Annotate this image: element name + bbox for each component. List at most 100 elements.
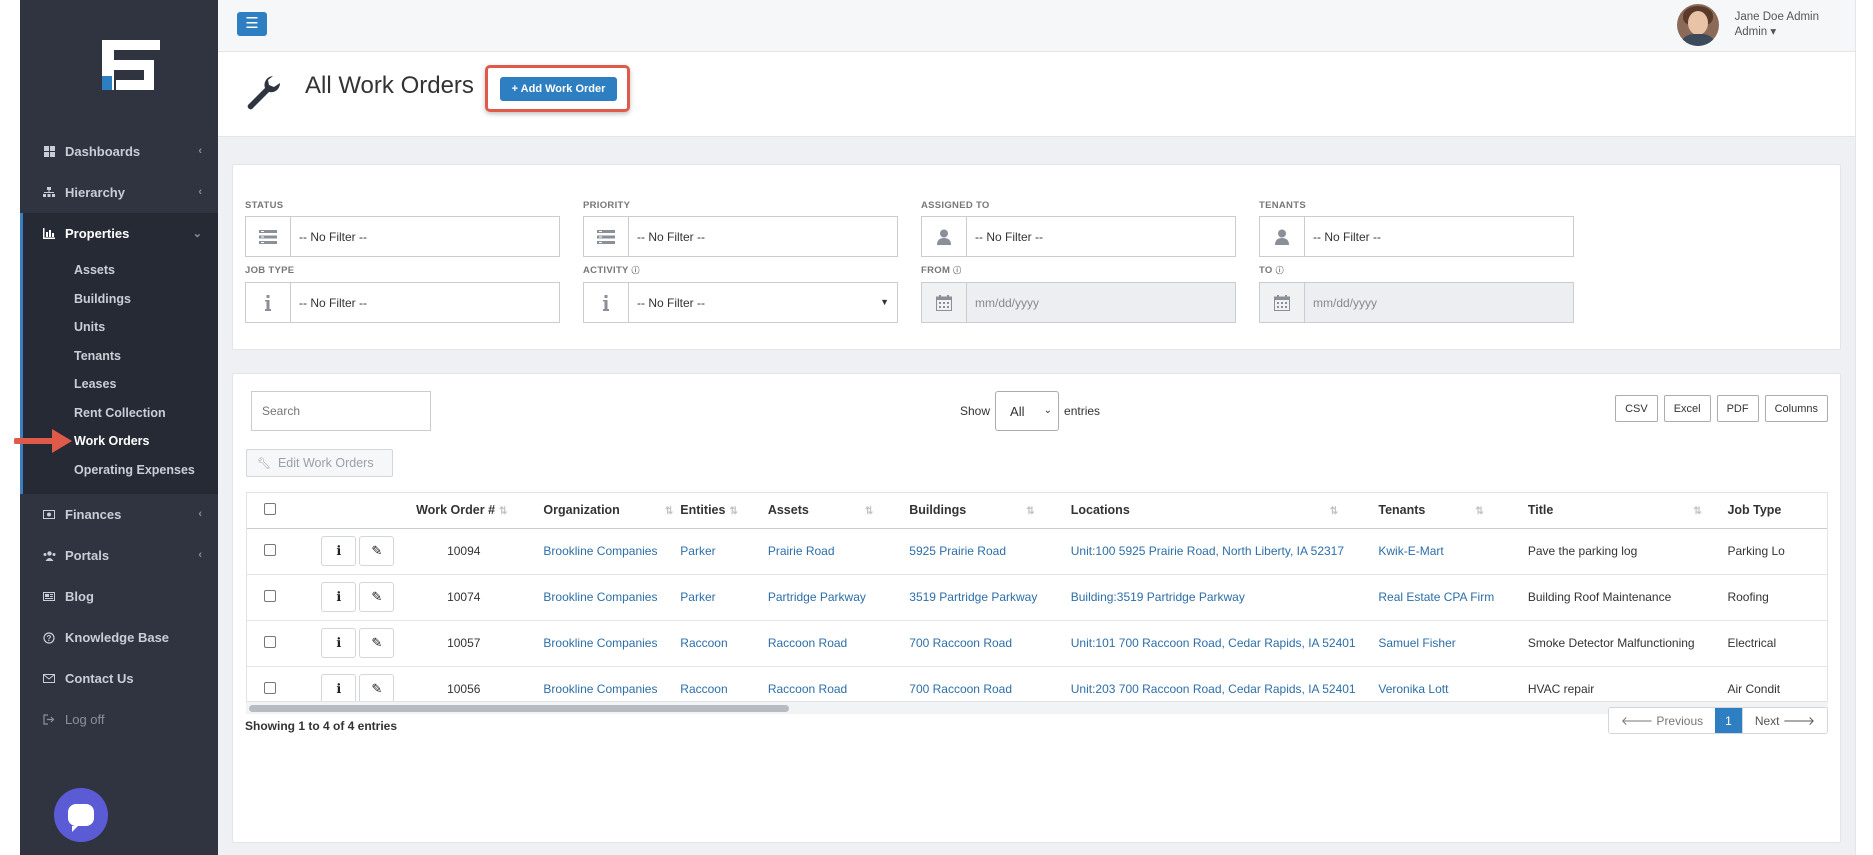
- user-menu[interactable]: Jane Doe Admin Admin ▾: [1676, 4, 1819, 46]
- sidebar-sub-tenants[interactable]: Tenants: [23, 342, 218, 371]
- cell-location-link[interactable]: Unit:101 700 Raccoon Road, Cedar Rapids,…: [1070, 620, 1379, 667]
- status-filter[interactable]: -- No Filter --: [245, 216, 560, 257]
- column-header-title[interactable]: Title ⇅: [1527, 493, 1728, 529]
- sidebar-sub-leases[interactable]: Leases: [23, 370, 218, 399]
- info-button[interactable]: ℹ: [321, 628, 357, 658]
- page-length-select[interactable]: All ⌄: [995, 391, 1060, 431]
- cell-asset-link[interactable]: Prairie Road: [767, 528, 910, 575]
- cell-asset-link[interactable]: Partridge Parkway: [767, 574, 910, 621]
- row-checkbox[interactable]: [264, 681, 276, 694]
- sidebar-item-hierarchy[interactable]: Hierarchy ‹: [20, 172, 218, 213]
- info-button[interactable]: ℹ: [321, 674, 357, 701]
- cell-location-link[interactable]: Building:3519 Partridge Parkway: [1070, 574, 1379, 621]
- row-checkbox[interactable]: [264, 635, 276, 648]
- cell-organization-link[interactable]: Brookline Companies: [529, 528, 681, 575]
- column-header-buildings[interactable]: Buildings ⇅: [909, 493, 1071, 529]
- sidebar-sub-assets[interactable]: Assets: [23, 256, 218, 285]
- user-role-dropdown[interactable]: Admin ▾: [1735, 25, 1819, 40]
- tenants-filter[interactable]: -- No Filter --: [1259, 216, 1574, 257]
- cell-entity-link[interactable]: Parker: [680, 528, 768, 575]
- sidebar-item-log-off[interactable]: Log off: [20, 699, 218, 740]
- sidebar-item-label: Knowledge Base: [65, 630, 170, 645]
- sidebar-sub-buildings[interactable]: Buildings: [23, 285, 218, 314]
- cell-entity-link[interactable]: Raccoon: [680, 620, 768, 667]
- sidebar-sub-operating-expenses[interactable]: Operating Expenses: [23, 456, 218, 485]
- sidebar-sub-rent-collection[interactable]: Rent Collection: [23, 399, 218, 428]
- job-type-filter[interactable]: -- No Filter --: [245, 282, 560, 323]
- row-checkbox[interactable]: [264, 589, 276, 602]
- chat-widget-button[interactable]: [54, 788, 108, 842]
- cell-asset-link[interactable]: Raccoon Road: [767, 620, 910, 667]
- edit-pencil-button[interactable]: ✎: [359, 628, 395, 658]
- search-input[interactable]: [251, 391, 431, 431]
- cell-organization-link[interactable]: Brookline Companies: [529, 574, 681, 621]
- table-horizontal-scrollbar[interactable]: [246, 702, 1828, 714]
- sidebar-item-knowledge-base[interactable]: ? Knowledge Base: [20, 617, 218, 658]
- to-date-input[interactable]: mm/dd/yyyy: [1259, 282, 1574, 323]
- table-row[interactable]: ℹ ✎ 10074 Brookline Companies Parker Part…: [247, 574, 1827, 621]
- cell-location-link[interactable]: Unit:100 5925 Prairie Road, North Libert…: [1070, 528, 1379, 575]
- cell-location-link[interactable]: Unit:203 700 Raccoon Road, Cedar Rapids,…: [1070, 666, 1379, 701]
- edit-pencil-button[interactable]: ✎: [359, 536, 395, 566]
- excel-button[interactable]: Excel: [1663, 395, 1711, 422]
- pdf-button[interactable]: PDF: [1716, 395, 1759, 422]
- row-checkbox[interactable]: [264, 543, 276, 556]
- topbar: ☰ Jane Doe Admin Admin ▾: [218, 0, 1855, 52]
- select-all-checkbox[interactable]: [247, 493, 317, 529]
- table-header-row: Work Order # ⇅ Organization ⇅ Entities ⇅ As…: [247, 493, 1827, 529]
- info-button[interactable]: ℹ: [321, 536, 357, 566]
- sidebar-item-portals[interactable]: Portals ‹: [20, 535, 218, 576]
- cell-tenant-link[interactable]: Real Estate CPA Firm: [1378, 574, 1528, 621]
- priority-filter[interactable]: -- No Filter --: [583, 216, 898, 257]
- scrollbar-thumb[interactable]: [249, 705, 789, 712]
- next-page-button[interactable]: Next 🡒: [1741, 708, 1827, 733]
- cell-entity-link[interactable]: Parker: [680, 574, 768, 621]
- column-header-job-type[interactable]: Job Type: [1727, 493, 1827, 529]
- cell-building-link[interactable]: 700 Raccoon Road: [909, 666, 1071, 701]
- table-row[interactable]: ℹ ✎ 10094 Brookline Companies Parker Prai…: [247, 528, 1827, 575]
- sidebar-item-finances[interactable]: Finances ‹: [20, 494, 218, 535]
- user-icon: [1260, 217, 1305, 256]
- cell-asset-link[interactable]: Raccoon Road: [767, 666, 910, 701]
- cell-tenant-link[interactable]: Samuel Fisher: [1378, 620, 1528, 667]
- entries-label: entries: [1064, 404, 1101, 418]
- info-button[interactable]: ℹ: [321, 582, 357, 612]
- edit-pencil-button[interactable]: ✎: [359, 674, 395, 701]
- info-circle-icon: ⓘ: [631, 266, 640, 275]
- avatar[interactable]: [1676, 4, 1719, 46]
- cell-organization-link[interactable]: Brookline Companies: [529, 620, 681, 667]
- cell-building-link[interactable]: 3519 Partridge Parkway: [909, 574, 1071, 621]
- cell-organization-link[interactable]: Brookline Companies: [529, 666, 681, 701]
- column-header-locations[interactable]: Locations ⇅: [1070, 493, 1379, 529]
- menu-toggle-button[interactable]: ☰: [237, 12, 267, 36]
- assigned-to-filter[interactable]: -- No Filter --: [921, 216, 1236, 257]
- csv-button[interactable]: CSV: [1615, 395, 1658, 422]
- edit-work-orders-button[interactable]: 🔧︎ Edit Work Orders: [246, 449, 393, 477]
- cell-tenant-link[interactable]: Veronika Lott: [1378, 666, 1528, 701]
- previous-page-button[interactable]: 🡐 Previous: [1608, 708, 1716, 733]
- from-date-input[interactable]: mm/dd/yyyy: [921, 282, 1236, 323]
- sidebar-item-properties[interactable]: Properties ⌄: [20, 213, 218, 254]
- table-row[interactable]: ℹ ✎ 10056 Brookline Companies Raccoon Rac…: [247, 666, 1827, 701]
- columns-button[interactable]: Columns: [1764, 395, 1828, 422]
- sidebar-item-dashboards[interactable]: Dashboards ‹: [20, 131, 218, 172]
- sidebar-sub-units[interactable]: Units: [23, 313, 218, 342]
- add-work-order-button[interactable]: + Add Work Order: [500, 77, 617, 101]
- table-row[interactable]: ℹ ✎ 10057 Brookline Companies Raccoon Rac…: [247, 620, 1827, 667]
- column-header-entities[interactable]: Entities ⇅: [680, 493, 768, 529]
- column-header-assets[interactable]: Assets ⇅: [767, 493, 910, 529]
- cell-tenant-link[interactable]: Kwik-E-Mart: [1378, 528, 1528, 575]
- sidebar-item-blog[interactable]: Blog: [20, 576, 218, 617]
- column-header-organization[interactable]: Organization ⇅: [529, 493, 681, 529]
- edit-pencil-button[interactable]: ✎: [359, 582, 395, 612]
- page-scrollbar[interactable]: [1855, 0, 1873, 855]
- sidebar-item-contact-us[interactable]: Contact Us: [20, 658, 218, 699]
- cell-entity-link[interactable]: Raccoon: [680, 666, 768, 701]
- cell-building-link[interactable]: 700 Raccoon Road: [909, 620, 1071, 667]
- activity-select[interactable]: -- No Filter -- ▼: [583, 282, 898, 323]
- column-header-work-order[interactable]: Work Order # ⇅: [416, 493, 530, 529]
- cell-building-link[interactable]: 5925 Prairie Road: [909, 528, 1071, 575]
- page-1-button[interactable]: 1: [1715, 708, 1742, 733]
- column-header-tenants[interactable]: Tenants ⇅: [1378, 493, 1528, 529]
- page-length-control: Show All ⌄ entries: [960, 391, 1100, 431]
